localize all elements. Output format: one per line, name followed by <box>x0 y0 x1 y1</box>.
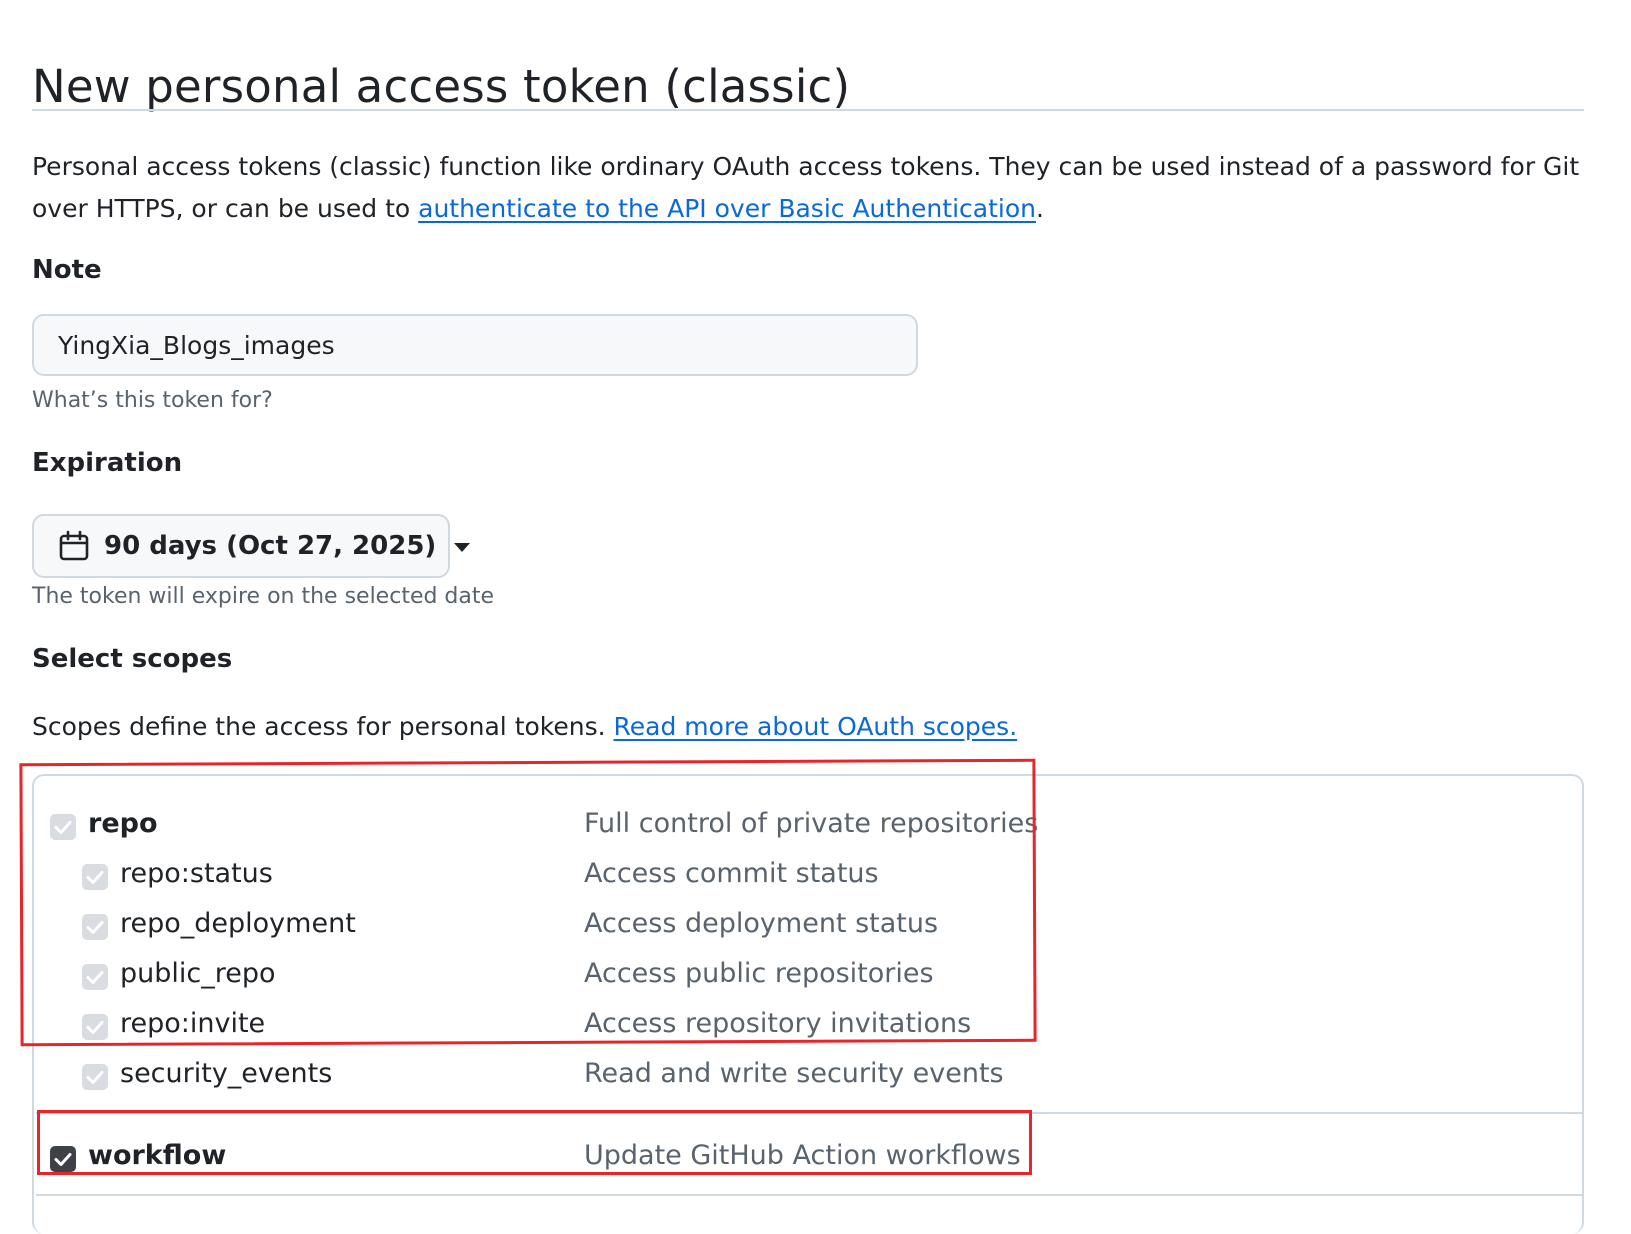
intro-end: . <box>1035 194 1044 223</box>
expiration-value: 90 days (Oct 27, 2025) <box>104 531 437 561</box>
scope-description: Update GitHub Action workflows <box>584 1140 1021 1171</box>
scope-group-divider <box>36 1194 1584 1196</box>
scope-name: repo:status <box>120 858 273 889</box>
scope-description: Access public repositories <box>584 958 934 989</box>
scope-checkbox[interactable] <box>82 1064 108 1090</box>
scope-name: security_events <box>120 1058 333 1089</box>
scope-description: Access deployment status <box>584 908 939 939</box>
scope-name: repo <box>88 808 158 839</box>
scope-checkbox[interactable] <box>82 964 108 990</box>
scopes-description-text: Scopes define the access for personal to… <box>32 712 614 741</box>
scope-name: repo:invite <box>120 1008 266 1039</box>
expiration-label: Expiration <box>32 448 183 478</box>
scope-checkbox[interactable] <box>82 914 108 940</box>
scope-group-divider <box>36 1112 1584 1114</box>
scope-description: Access repository invitations <box>584 1008 972 1039</box>
scope-checkbox[interactable] <box>50 1146 76 1172</box>
scope-name: public_repo <box>120 958 276 989</box>
scope-row-repo[interactable]: repo Full control of private repositorie… <box>34 802 1554 852</box>
scope-description: Full control of private repositories <box>584 808 1039 839</box>
expiration-select-button[interactable]: 90 days (Oct 27, 2025) <box>32 514 471 578</box>
scope-row-repo-status[interactable]: repo:status Access commit status <box>34 852 1554 902</box>
expiration-hint: The token will expire on the selected da… <box>32 584 495 609</box>
scope-row-security-events[interactable]: security_events Read and write security … <box>34 1052 1554 1102</box>
scope-checkbox[interactable] <box>50 814 76 840</box>
page-title: New personal access token (classic) <box>32 60 851 114</box>
scope-checkbox[interactable] <box>82 864 108 890</box>
scope-row-repo-deployment[interactable]: repo_deployment Access deployment status <box>34 902 1554 952</box>
note-label: Note <box>32 255 102 285</box>
scopes-label: Select scopes <box>32 644 233 674</box>
scope-checkbox[interactable] <box>82 1014 108 1040</box>
scope-row-public-repo[interactable]: public_repo Access public repositories <box>34 952 1554 1002</box>
scope-name: repo_deployment <box>120 908 356 939</box>
scope-description: Read and write security events <box>584 1058 1004 1089</box>
scope-name: workflow <box>88 1140 227 1171</box>
scopes-list: repo Full control of private repositorie… <box>32 774 1584 1234</box>
scope-row-workflow[interactable]: workflow Update GitHub Action workflows <box>34 1134 1554 1184</box>
scope-row-repo-invite[interactable]: repo:invite Access repository invitation… <box>34 1002 1554 1052</box>
chevron-down-icon <box>454 542 471 552</box>
scopes-description: Scopes define the access for personal to… <box>32 712 1017 741</box>
oauth-scopes-link[interactable]: Read more about OAuth scopes. <box>614 712 1018 741</box>
note-hint: What’s this token for? <box>32 388 273 413</box>
basic-auth-link[interactable]: authenticate to the API over Basic Authe… <box>418 194 1036 223</box>
scope-description: Access commit status <box>584 858 879 889</box>
title-divider <box>32 109 1584 111</box>
intro-text: Personal access tokens (classic) functio… <box>32 146 1592 230</box>
note-input[interactable] <box>32 314 918 376</box>
calendar-icon <box>58 530 90 562</box>
